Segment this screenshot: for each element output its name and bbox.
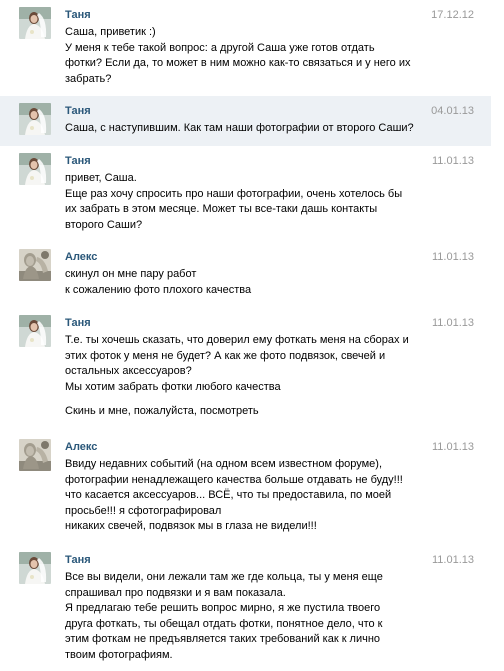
message-item: Таня 11.01.13 Все вы видели, они лежали … <box>0 545 491 671</box>
message-date[interactable]: 11.01.13 <box>432 440 474 454</box>
message-line: Саша, с наступившим. Как там наши фотогр… <box>65 122 414 134</box>
message-line: привет, Саша. <box>65 172 137 184</box>
message-line: их забрать в этом месяце. Может ты все-т… <box>65 203 378 215</box>
statue-photo-icon <box>19 439 51 471</box>
message-date[interactable]: 11.01.13 <box>432 553 474 567</box>
message-line: просьбе!!! я сфотографировал <box>65 504 222 517</box>
message-line: твоим фотографиям. <box>65 648 173 661</box>
message-line: Саша, приветик :) <box>65 26 156 38</box>
avatar[interactable] <box>19 103 51 135</box>
message-line: этих фоток у меня не будет? А как же фот… <box>65 349 386 362</box>
bride-photo-icon <box>19 103 51 135</box>
message-line: спрашивал про подвязки и я вам показала. <box>65 586 286 599</box>
message-line: Еще раз хочу спросить про наши фотографи… <box>65 187 403 200</box>
message-date[interactable]: 04.01.13 <box>431 104 474 118</box>
author-name[interactable]: Таня <box>65 316 91 330</box>
message-text: Ввиду недавних событий (на одном всем из… <box>65 457 417 535</box>
message-line: этим фоткам не предъявляется таких требо… <box>65 633 381 645</box>
message-line: Я предлагаю тебе решить вопрос мирно, я … <box>65 602 381 614</box>
message-line: фотографии ненадлежащего качества больше… <box>65 473 403 486</box>
message-line: Мы хотим забрать фотки любого качества <box>65 380 281 393</box>
message-line: скинул он мне пару работ <box>65 268 197 280</box>
avatar[interactable] <box>19 552 51 584</box>
message-item: Алекс 11.01.13 Ввиду недавних событий (н… <box>0 432 491 545</box>
avatar[interactable] <box>19 439 51 471</box>
message-item: Таня 11.01.13 привет, Саша. Еще раз хочу… <box>0 146 491 242</box>
message-line: Скинь и мне, пожалуйста, посмотреть <box>65 405 259 417</box>
message-text: Т.е. ты хочешь сказать, что доверил ему … <box>65 333 417 420</box>
message-line: забрать? <box>65 72 112 85</box>
message-text: скинул он мне пару работ к сожалению фот… <box>65 267 417 298</box>
message-item: Таня 17.12.12 Саша, приветик :) У меня к… <box>0 0 491 96</box>
message-text: Саша, с наступившим. Как там наши фотогр… <box>65 121 417 137</box>
message-item: Таня 11.01.13 Т.е. ты хочешь сказать, чт… <box>0 308 491 432</box>
author-name[interactable]: Алекс <box>65 250 97 264</box>
message-text: Все вы видели, они лежали там же где кол… <box>65 570 417 663</box>
message-line: друга фоткать, ты обещал отдать фотки, п… <box>65 617 383 630</box>
author-name[interactable]: Таня <box>65 8 91 22</box>
avatar[interactable] <box>19 315 51 347</box>
message-item: Таня 04.01.13 Саша, с наступившим. Как т… <box>0 96 491 146</box>
message-line: Т.е. ты хочешь сказать, что доверил ему … <box>65 334 409 346</box>
bride-photo-icon <box>19 153 51 185</box>
message-line: фотки? Если да, то может в ним можно как… <box>65 57 411 69</box>
message-item: Алекс 11.01.13 скинул он мне пару работ … <box>0 242 491 308</box>
author-name[interactable]: Таня <box>65 104 91 118</box>
message-line: что касается аксессуаров... ВСЁ, что ты … <box>65 489 392 501</box>
message-line: к сожалению фото плохого качества <box>65 283 252 296</box>
message-date[interactable]: 17.12.12 <box>431 8 474 22</box>
message-text: привет, Саша. Еще раз хочу спросить про … <box>65 171 417 233</box>
avatar[interactable] <box>19 249 51 281</box>
message-date[interactable]: 11.01.13 <box>432 154 474 168</box>
message-line: Ввиду недавних событий (на одном всем из… <box>65 458 383 470</box>
message-line: остальных аксессуаров? <box>65 365 192 377</box>
statue-photo-icon <box>19 249 51 281</box>
avatar[interactable] <box>19 7 51 39</box>
message-line: никаких свечей, подвязок мы в глаза не в… <box>65 520 317 532</box>
author-name[interactable]: Таня <box>65 553 91 567</box>
message-line: Все вы видели, они лежали там же где кол… <box>65 571 383 583</box>
bride-photo-icon <box>19 315 51 347</box>
bride-photo-icon <box>19 552 51 584</box>
message-text: Саша, приветик :) У меня к тебе такой во… <box>65 25 417 87</box>
message-date[interactable]: 11.01.13 <box>432 316 474 330</box>
message-line: второго Саши? <box>65 218 143 231</box>
message-line: У меня к тебе такой вопрос: а другой Саш… <box>65 41 375 54</box>
author-name[interactable]: Таня <box>65 154 91 168</box>
message-date[interactable]: 11.01.13 <box>432 250 474 264</box>
bride-photo-icon <box>19 7 51 39</box>
avatar[interactable] <box>19 153 51 185</box>
author-name[interactable]: Алекс <box>65 440 97 454</box>
